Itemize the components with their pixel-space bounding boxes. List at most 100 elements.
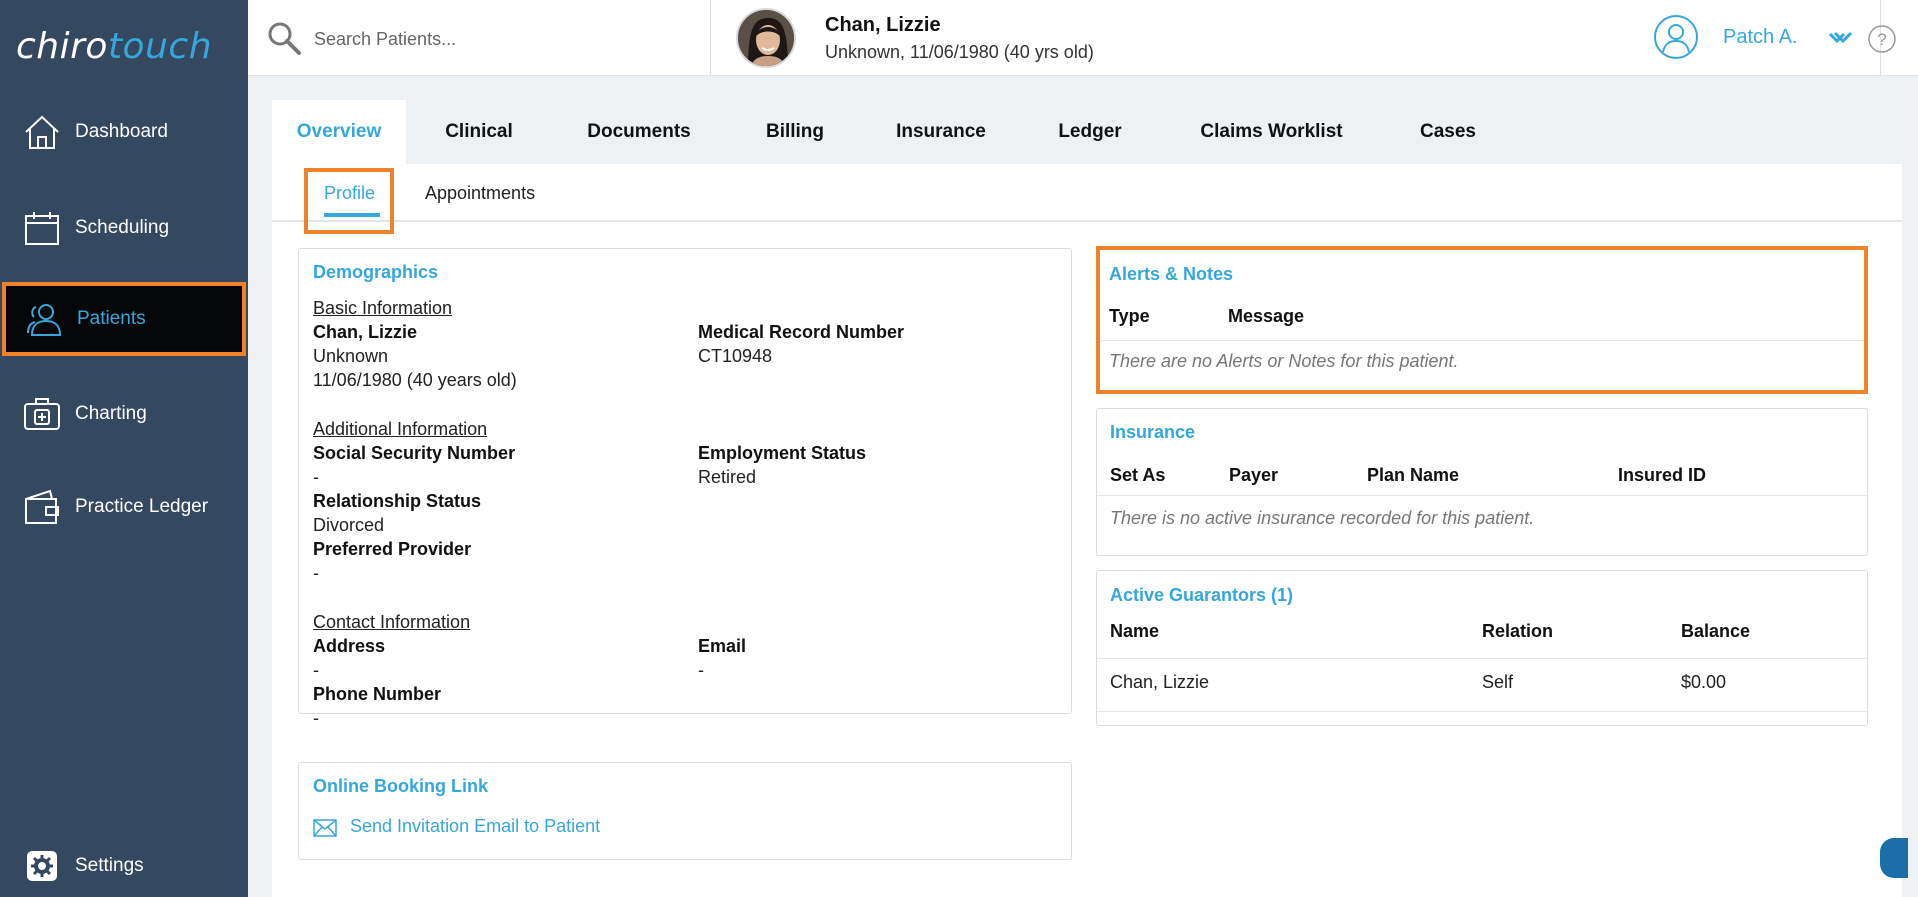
- tab-overview[interactable]: Overview: [272, 100, 406, 164]
- medical-case-icon: [24, 398, 60, 430]
- column-header: Plan Name: [1367, 465, 1460, 485]
- patient-demographics-summary: Unknown, 11/06/1980 (40 yrs old): [825, 42, 1094, 62]
- search-input[interactable]: [314, 24, 694, 54]
- chirotouch-logo[interactable]: chirotouch: [16, 26, 212, 67]
- column-header: Set As: [1110, 465, 1166, 485]
- tab-clinical[interactable]: Clinical: [412, 100, 546, 164]
- tab-label: Cases: [1420, 121, 1476, 142]
- divider: [1097, 495, 1867, 496]
- column-header: Relation: [1482, 621, 1554, 641]
- relationship-value: Divorced: [313, 515, 385, 535]
- sidebar-item-patients[interactable]: Patients: [2, 282, 246, 356]
- field-label: Email: [698, 636, 747, 656]
- column-header: Insured ID: [1618, 465, 1707, 485]
- employment-value: Retired: [698, 467, 757, 487]
- tab-label: Clinical: [445, 121, 513, 142]
- search-bar: [248, 0, 711, 76]
- field-label: Employment Status: [698, 443, 867, 463]
- panel-title: Alerts & Notes: [1109, 264, 1234, 284]
- tab-label: Insurance: [896, 121, 986, 142]
- tab-insurance[interactable]: Insurance: [874, 100, 1008, 164]
- field-label: Relationship Status: [313, 491, 482, 511]
- active-subtab-indicator: [324, 213, 380, 217]
- field-label: Preferred Provider: [313, 539, 472, 559]
- alerts-notes-panel: Alerts & Notes Type Message There are no…: [1096, 246, 1868, 394]
- table-row[interactable]: Chan, Lizzie Self $0.00: [1097, 659, 1867, 711]
- patient-name: Chan, Lizzie: [825, 14, 941, 36]
- search-icon[interactable]: [266, 20, 302, 56]
- panel-title: Demographics: [313, 262, 439, 282]
- patient-full-name: Chan, Lizzie: [313, 322, 418, 342]
- chat-widget-button[interactable]: [1880, 838, 1908, 878]
- top-bar: Chan, Lizzie Unknown, 11/06/1980 (40 yrs…: [248, 0, 1918, 76]
- user-menu[interactable]: Patch A. ?: [1653, 0, 1918, 76]
- field-label: Social Security Number: [313, 443, 516, 463]
- sidebar-item-scheduling[interactable]: Scheduling: [0, 192, 248, 264]
- ssn-value: -: [313, 467, 319, 487]
- tab-billing[interactable]: Billing: [728, 100, 862, 164]
- sidebar-item-label: Practice Ledger: [75, 496, 209, 517]
- sidebar-item-settings[interactable]: Settings: [0, 830, 248, 897]
- envelope-icon: [313, 819, 337, 837]
- guarantor-balance: $0.00: [1681, 672, 1727, 692]
- panel-title: Online Booking Link: [313, 776, 488, 796]
- column-header: Type: [1109, 306, 1150, 326]
- panel-title: Insurance: [1110, 422, 1196, 442]
- tab-label: Documents: [587, 121, 691, 142]
- wallet-icon: [25, 489, 59, 524]
- field-label: Medical Record Number: [698, 322, 905, 342]
- sidebar-item-practice-ledger[interactable]: Practice Ledger: [0, 471, 248, 543]
- tab-claims-worklist[interactable]: Claims Worklist: [1184, 100, 1359, 164]
- tab-documents[interactable]: Documents: [572, 100, 706, 164]
- empty-state-message: There is no active insurance recorded fo…: [1110, 508, 1535, 528]
- sidebar: chirotouch Dashboard Scheduling Patients…: [0, 0, 248, 897]
- email-value: -: [698, 660, 704, 680]
- subtab-label: Profile: [324, 182, 376, 203]
- insurance-panel: Insurance Set As Payer Plan Name Insured…: [1096, 408, 1868, 556]
- calendar-icon: [25, 212, 59, 245]
- section-heading: Basic Information: [313, 298, 453, 318]
- empty-state-message: There are no Alerts or Notes for this pa…: [1109, 351, 1459, 371]
- logo-text-chiro: chiro: [16, 26, 108, 67]
- send-invitation-link[interactable]: Send Invitation Email to Patient: [350, 816, 600, 837]
- user-avatar-icon: [1654, 15, 1698, 59]
- phone-value: -: [313, 708, 319, 728]
- sidebar-item-dashboard[interactable]: Dashboard: [0, 96, 248, 168]
- sub-tabs: Profile Appointments: [272, 164, 1902, 234]
- gender-value: Unknown: [313, 346, 389, 366]
- svg-text:?: ?: [1877, 30, 1886, 49]
- gear-icon: [27, 851, 57, 881]
- help-icon[interactable]: ?: [1867, 24, 1897, 54]
- main-tabs: Overview Clinical Documents Billing Insu…: [272, 100, 1902, 164]
- column-header: Name: [1110, 621, 1160, 641]
- tab-label: Ledger: [1058, 121, 1122, 142]
- divider: [1097, 711, 1867, 712]
- home-icon: [25, 115, 59, 149]
- subtab-label: Appointments: [425, 182, 536, 203]
- tab-label: Claims Worklist: [1200, 121, 1343, 142]
- address-value: -: [313, 660, 319, 680]
- dob-value: 11/06/1980 (40 years old): [313, 370, 517, 390]
- tab-label: Overview: [296, 121, 382, 142]
- patients-icon: [27, 304, 62, 336]
- sidebar-item-label: Dashboard: [75, 121, 168, 142]
- guarantor-name: Chan, Lizzie: [1110, 672, 1210, 692]
- tab-cases[interactable]: Cases: [1381, 100, 1515, 164]
- column-header: Payer: [1229, 465, 1279, 485]
- subtab-appointments[interactable]: Appointments: [425, 164, 535, 222]
- sidebar-item-label: Scheduling: [75, 217, 170, 238]
- demographics-panel: Demographics Basic Information Chan, Liz…: [298, 248, 1072, 728]
- sidebar-item-charting[interactable]: Charting: [0, 378, 248, 450]
- tab-ledger[interactable]: Ledger: [1023, 100, 1157, 164]
- patient-avatar: [736, 8, 796, 68]
- guarantor-relation: Self: [1482, 672, 1514, 692]
- logo-text-touch: touch: [107, 26, 213, 67]
- field-label: Phone Number: [313, 684, 442, 704]
- panel-title: Active Guarantors (1): [1110, 585, 1294, 605]
- user-name[interactable]: Patch A.: [1723, 26, 1798, 49]
- sidebar-item-label: Patients: [77, 308, 146, 329]
- column-header: Balance: [1681, 621, 1751, 641]
- chevron-down-icon[interactable]: [1827, 30, 1847, 46]
- column-header: Message: [1228, 306, 1305, 326]
- section-heading: Contact Information: [313, 612, 471, 632]
